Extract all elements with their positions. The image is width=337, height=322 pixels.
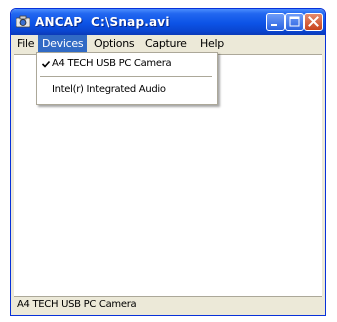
menu-capture[interactable]: Capture [141, 35, 191, 53]
status-text: A4 TECH USB PC Camera [17, 299, 137, 310]
maximize-button[interactable] [285, 13, 304, 31]
status-bar: A4 TECH USB PC Camera [14, 296, 322, 312]
devices-dropdown-menu: A4 TECH USB PC Camera Intel(r) Integrate… [36, 52, 218, 105]
title-bar[interactable]: ANCAP C:\Snap.avi [11, 9, 325, 35]
window-title: ANCAP C:\Snap.avi [35, 15, 170, 29]
camera-app-icon [16, 15, 30, 28]
menu-item-label: Intel(r) Integrated Audio [52, 84, 166, 95]
menu-bar: File Devices Options Capture Help [11, 35, 325, 53]
maximize-icon [289, 16, 300, 27]
menu-devices[interactable]: Devices [38, 35, 88, 53]
menu-item-a4tech-camera[interactable]: A4 TECH USB PC Camera [38, 55, 214, 73]
close-button[interactable] [304, 13, 323, 31]
menu-help[interactable]: Help [196, 35, 228, 53]
checkmark-icon [41, 60, 51, 68]
minimize-button[interactable] [266, 13, 285, 31]
menu-separator [40, 76, 212, 77]
menu-options[interactable]: Options [90, 35, 138, 53]
menu-item-intel-audio[interactable]: Intel(r) Integrated Audio [38, 81, 214, 99]
menu-file[interactable]: File [13, 35, 38, 53]
close-icon [308, 16, 319, 27]
menu-item-label: A4 TECH USB PC Camera [52, 58, 172, 69]
minimize-icon [271, 24, 277, 26]
